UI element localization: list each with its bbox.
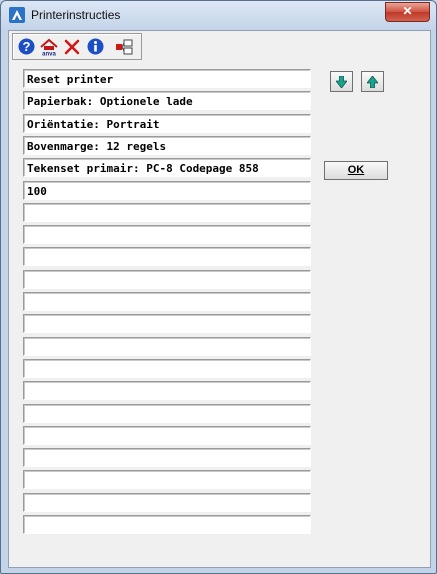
arrow-up-icon bbox=[367, 75, 378, 88]
instruction-field[interactable]: 100 bbox=[23, 181, 311, 200]
arrow-down-icon bbox=[336, 75, 347, 88]
delete-icon bbox=[64, 39, 80, 54]
instruction-field[interactable]: Tekenset primair: PC-8 Codepage 858 bbox=[23, 158, 311, 177]
move-up-button[interactable] bbox=[361, 71, 384, 92]
svg-text:?: ? bbox=[22, 39, 30, 54]
delete-button[interactable] bbox=[62, 37, 82, 56]
client-area: ? anva Reset printer Papierbak: Optionele… bbox=[8, 30, 431, 568]
instruction-field[interactable] bbox=[23, 426, 311, 445]
instruction-field[interactable] bbox=[23, 247, 311, 266]
instruction-field[interactable] bbox=[23, 515, 311, 534]
move-down-button[interactable] bbox=[330, 71, 353, 92]
instruction-field[interactable] bbox=[23, 470, 311, 489]
close-button[interactable]: ✕ bbox=[385, 2, 430, 22]
window-title: Printerinstructies bbox=[31, 8, 121, 22]
instruction-field[interactable] bbox=[23, 203, 311, 222]
info-icon bbox=[87, 38, 103, 55]
anva-home-icon: anva bbox=[40, 38, 58, 56]
instruction-field[interactable] bbox=[23, 292, 311, 311]
help-icon: ? bbox=[18, 38, 34, 55]
transfer-button[interactable] bbox=[114, 37, 134, 56]
instruction-field[interactable] bbox=[23, 225, 311, 244]
transfer-icon bbox=[116, 39, 133, 54]
help-button[interactable]: ? bbox=[16, 37, 36, 56]
instruction-field[interactable] bbox=[23, 448, 311, 467]
instruction-field[interactable]: Bovenmarge: 12 regels bbox=[23, 136, 311, 155]
instruction-field[interactable] bbox=[23, 404, 311, 423]
instruction-field[interactable] bbox=[23, 314, 311, 333]
instruction-field[interactable]: Reset printer bbox=[23, 69, 311, 88]
printer-instructions-window: Printerinstructies ✕ ? anva Reset printe… bbox=[0, 0, 437, 574]
instruction-field[interactable] bbox=[23, 337, 311, 356]
home-button[interactable]: anva bbox=[39, 37, 59, 56]
ok-button[interactable]: OK bbox=[324, 161, 388, 180]
app-icon bbox=[9, 7, 25, 23]
title-bar: Printerinstructies ✕ bbox=[1, 1, 436, 29]
instruction-field[interactable]: Papierbak: Optionele lade bbox=[23, 91, 311, 110]
instruction-field[interactable] bbox=[23, 381, 311, 400]
instruction-field[interactable] bbox=[23, 270, 311, 289]
instruction-field[interactable] bbox=[23, 493, 311, 512]
svg-text:anva: anva bbox=[42, 51, 56, 56]
instruction-field[interactable]: Oriëntatie: Portrait bbox=[23, 114, 311, 133]
info-button[interactable] bbox=[85, 37, 105, 56]
toolbar: ? anva bbox=[12, 33, 142, 60]
instruction-field[interactable] bbox=[23, 359, 311, 378]
